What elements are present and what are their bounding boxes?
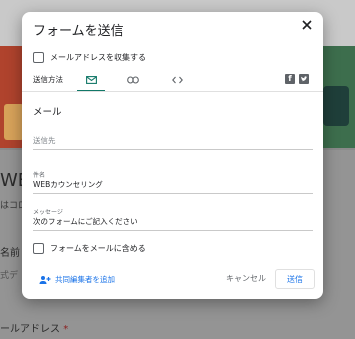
- tabs-divider: [22, 91, 323, 92]
- to-placeholder: 送信先: [33, 136, 56, 145]
- add-collaborator-button[interactable]: 共同編集者を追加: [39, 274, 115, 285]
- tab-link[interactable]: [119, 70, 147, 90]
- dialog-title: フォームを送信: [33, 24, 124, 39]
- to-field[interactable]: 送信先: [33, 135, 313, 150]
- send-method-label: 送信方法: [33, 75, 63, 84]
- background-email-label: ールアドレス *: [0, 324, 69, 335]
- tab-embed[interactable]: [163, 70, 191, 90]
- code-icon: [171, 76, 183, 84]
- message-field[interactable]: メッセージ 次のフォームにご記入ください: [33, 207, 313, 231]
- subject-field-underline: [33, 193, 313, 194]
- subject-label: 件名: [33, 172, 46, 179]
- include-form-row[interactable]: フォームをメールに含める: [33, 243, 146, 254]
- email-section-title: メール: [33, 107, 62, 118]
- collect-email-label: メールアドレスを収集する: [50, 53, 146, 62]
- person-add-icon: [39, 275, 51, 284]
- subject-field[interactable]: 件名 WEBカウンセリング: [33, 170, 313, 194]
- send-method-row: 送信方法 f: [33, 70, 313, 92]
- twitter-icon[interactable]: [299, 74, 309, 84]
- collect-email-row[interactable]: メールアドレスを収集する: [33, 52, 146, 63]
- message-label: メッセージ: [33, 209, 63, 216]
- subject-value[interactable]: WEBカウンセリング: [33, 179, 313, 190]
- close-icon[interactable]: [299, 18, 315, 34]
- to-field-underline: [33, 149, 313, 150]
- background-name-input: 式デ: [0, 271, 19, 281]
- include-form-checkbox[interactable]: [33, 243, 44, 254]
- mail-icon: [85, 76, 97, 84]
- send-form-dialog: フォームを送信 メールアドレスを収集する 送信方法 f メール 送信先 件名 W…: [22, 12, 323, 299]
- send-button[interactable]: 送信: [275, 269, 315, 289]
- link-icon: [127, 76, 139, 84]
- include-form-label: フォームをメールに含める: [50, 244, 146, 253]
- facebook-icon[interactable]: f: [285, 74, 295, 84]
- add-collaborator-label: 共同編集者を追加: [55, 275, 115, 284]
- message-value[interactable]: 次のフォームにご記入ください: [33, 216, 313, 227]
- collect-email-checkbox[interactable]: [33, 52, 44, 63]
- message-field-underline: [33, 230, 313, 231]
- tab-email[interactable]: [77, 70, 105, 92]
- cancel-button[interactable]: キャンセル: [220, 269, 272, 289]
